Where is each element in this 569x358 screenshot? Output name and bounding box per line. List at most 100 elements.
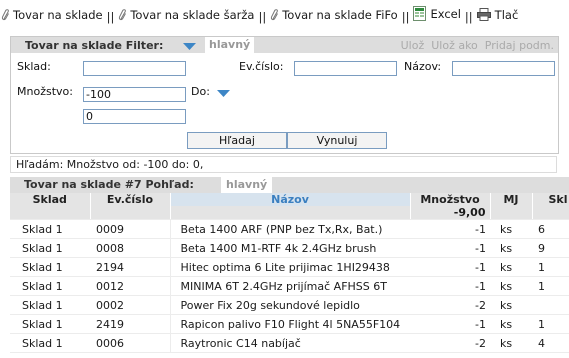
paperclip-icon: [119, 9, 127, 21]
cell-nazov: MINIMA 6T 2.4GHz prijímač AFHSS 6T: [169, 276, 410, 296]
toolbar-separator: ||: [401, 10, 410, 24]
cell-evcislo: 0008: [90, 238, 170, 258]
filter-header: Tovar na sklade Filter: hlavný Ulož Ulož …: [11, 37, 558, 53]
evcislo-label: Ev.číslo:: [239, 60, 284, 73]
cell-mnozstvo: -1: [410, 219, 490, 239]
table-row[interactable]: Sklad 1 0006 Raytronic C14 nabíjač -2 ks…: [10, 333, 569, 353]
tovar-na-sklade-sarza-label: Tovar na sklade šarža: [130, 8, 255, 22]
nazov-label: Názov:: [404, 60, 442, 73]
cell-mj: ks: [490, 219, 532, 239]
cell-evcislo: 0002: [90, 295, 170, 315]
excel-label: Excel: [430, 6, 461, 21]
table-row[interactable]: Sklad 1 0002 Power Fix 20g sekundové lep…: [10, 295, 569, 315]
sum-last: 2: [532, 206, 569, 220]
col-header-mnozstvo[interactable]: Množstvo: [410, 193, 491, 206]
reset-button[interactable]: Vynuluj: [287, 132, 387, 149]
table-row[interactable]: Sklad 1 0009 Beta 1400 ARF (PNP bez Tx,R…: [10, 219, 569, 239]
cell-mj: ks: [490, 238, 532, 258]
col-header-skl[interactable]: Skl: [532, 193, 569, 206]
cell-mnozstvo: -1: [410, 257, 490, 277]
cell-sklad: Sklad 1: [10, 238, 90, 258]
chevron-down-icon[interactable]: [183, 43, 196, 50]
cell-skl: [532, 295, 569, 315]
cell-skl: 1: [532, 276, 569, 296]
cell-mj: ks: [490, 257, 532, 277]
sum-empty: [490, 206, 533, 220]
table-row[interactable]: Sklad 1 2194 Hitec optima 6 Lite prijima…: [10, 257, 569, 277]
cell-skl: 6: [532, 219, 569, 239]
filter-title: Tovar na sklade Filter:: [25, 39, 164, 52]
mnozstvo-do-input[interactable]: 0: [83, 109, 186, 124]
table-header-row: Sklad Ev.číslo Názov Množstvo MJ Skl: [10, 193, 569, 206]
cell-nazov: Raytronic C14 nabíjač: [169, 333, 410, 353]
cell-evcislo: 2194: [90, 257, 170, 277]
cell-skl: 1: [532, 257, 569, 277]
table-row[interactable]: Sklad 1 0012 MINIMA 6T 2.4GHz prijímač A…: [10, 276, 569, 296]
cell-evcislo: 0009: [90, 219, 170, 239]
cell-evcislo: 0012: [90, 276, 170, 296]
search-status: Hľadám: Množstvo od: -100 do: 0,: [10, 156, 557, 173]
col-header-nazov[interactable]: Názov: [170, 193, 411, 206]
tovar-na-sklade-sarza-link[interactable]: Tovar na sklade šarža: [118, 8, 254, 22]
cell-nazov: Power Fix 20g sekundové lepidlo: [169, 295, 410, 315]
cell-mnozstvo: -2: [410, 333, 490, 353]
filter-panel: Tovar na sklade Filter: hlavný Ulož Ulož …: [10, 36, 559, 154]
sklad-input[interactable]: [83, 61, 186, 76]
tlac-label: Tlač: [494, 7, 519, 22]
cell-nazov: Hitec optima 6 Lite prijimac 1HI29438: [169, 257, 410, 277]
mnozstvo-od-input[interactable]: -100: [83, 87, 186, 102]
nazov-input[interactable]: [452, 61, 555, 76]
cell-sklad: Sklad 1: [10, 333, 90, 353]
cell-mnozstvo: -1: [410, 238, 490, 258]
cell-evcislo: 0006: [90, 333, 170, 353]
tlac-link[interactable]: Tlač: [476, 7, 519, 22]
sklad-label: Sklad:: [17, 60, 51, 73]
grid-view-name[interactable]: hlavný: [221, 177, 273, 193]
cell-sklad: Sklad 1: [10, 314, 90, 334]
tovar-na-sklade-link[interactable]: Tovar na sklade: [1, 8, 103, 22]
sum-mnozstvo: -9,00: [410, 206, 491, 220]
table-row[interactable]: Sklad 1 0008 Beta 1400 M1-RTF 4k 2.4GHz …: [10, 238, 569, 258]
chevron-down-icon[interactable]: [217, 90, 230, 97]
toolbar-separator: ||: [106, 10, 115, 24]
col-header-sklad[interactable]: Sklad: [10, 193, 91, 206]
toolbar-separator: ||: [258, 10, 267, 24]
do-label: Do:: [191, 85, 210, 98]
pridaj-podm-link[interactable]: Pridaj podm.: [485, 39, 554, 52]
cell-mj: ks: [490, 314, 532, 334]
mnozstvo-label: Množstvo:: [17, 85, 73, 98]
cell-mnozstvo: -1: [410, 276, 490, 296]
sum-row: -9,00 2: [10, 206, 569, 220]
toolbar-separator: ||: [464, 10, 473, 24]
cell-skl: 9: [532, 238, 569, 258]
paperclip-icon: [1, 9, 9, 21]
tovar-na-sklade-label: Tovar na sklade: [13, 8, 103, 22]
cell-mnozstvo: -1: [410, 314, 490, 334]
cell-sklad: Sklad 1: [10, 276, 90, 296]
uloz-link[interactable]: Ulož: [401, 39, 425, 52]
tovar-na-sklade-fifo-link[interactable]: Tovar na sklade FiFo: [270, 8, 398, 22]
cell-nazov: Beta 1400 M1-RTF 4k 2.4GHz brush: [169, 238, 410, 258]
sum-empty: [10, 206, 91, 220]
cell-mnozstvo: -2: [410, 295, 490, 315]
table-row[interactable]: Sklad 1 2419 Rapicon palivo F10 Flight 4…: [10, 314, 569, 334]
cell-skl: 1: [532, 314, 569, 334]
col-header-evcislo[interactable]: Ev.číslo: [90, 193, 171, 206]
grid-header: Tovar na sklade #7 Pohľad: hlavný: [10, 177, 569, 193]
filter-view-name[interactable]: hlavný: [205, 37, 255, 53]
cell-sklad: Sklad 1: [10, 219, 90, 239]
evcislo-input[interactable]: [294, 61, 397, 76]
paperclip-icon: [271, 9, 279, 21]
sum-empty: [90, 206, 171, 220]
cell-mj: ks: [490, 295, 532, 315]
search-button[interactable]: Hľadaj: [187, 132, 287, 149]
sum-empty: [170, 206, 411, 220]
cell-nazov: Rapicon palivo F10 Flight 4l 5NA55F104: [169, 314, 410, 334]
filter-actions: Ulož Ulož ako Pridaj podm.: [394, 39, 554, 52]
stock-table: Sklad Ev.číslo Názov Množstvo MJ Skl -9,…: [10, 193, 569, 353]
uloz-ako-link[interactable]: Ulož ako: [431, 39, 478, 52]
excel-link[interactable]: Excel: [413, 6, 461, 21]
top-toolbar: Tovar na sklade || Tovar na sklade šarža…: [1, 6, 518, 26]
cell-skl: 4: [532, 333, 569, 353]
col-header-mj[interactable]: MJ: [490, 193, 533, 206]
